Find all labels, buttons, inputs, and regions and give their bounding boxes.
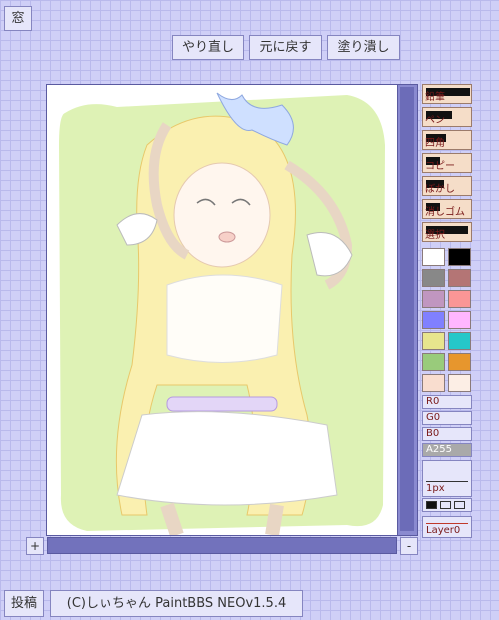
- slider-r[interactable]: R0: [422, 395, 472, 409]
- color-swatch[interactable]: [448, 269, 471, 287]
- pen-size-preview: [426, 481, 468, 482]
- color-swatch[interactable]: [422, 248, 445, 266]
- dress-top: [166, 274, 283, 363]
- color-swatch[interactable]: [448, 332, 471, 350]
- tool-blur[interactable]: ぼかし: [422, 176, 472, 196]
- color-swatch[interactable]: [422, 311, 445, 329]
- pen-shape-selector[interactable]: [422, 498, 472, 512]
- color-swatch[interactable]: [448, 374, 471, 392]
- tool-copy[interactable]: コピー: [422, 153, 472, 173]
- pen-shape-option[interactable]: [426, 501, 437, 509]
- tool-label: ぼかし: [425, 184, 455, 195]
- pen-size-selector[interactable]: 1px: [422, 460, 472, 497]
- vertical-scrollbar[interactable]: [397, 85, 417, 535]
- post-button[interactable]: 投稿: [4, 590, 44, 617]
- drawing-canvas[interactable]: [47, 85, 398, 535]
- canvas-frame: [46, 84, 418, 536]
- redo-button[interactable]: やり直し: [172, 35, 244, 60]
- skirt: [116, 411, 338, 506]
- fill-button[interactable]: 塗り潰し: [327, 35, 400, 60]
- belt: [166, 396, 278, 412]
- tool-rect[interactable]: 四角: [422, 130, 472, 150]
- canvas-drawing: [59, 92, 385, 535]
- tool-label: 消しゴム: [425, 207, 465, 218]
- tool-label: 四角: [425, 138, 445, 149]
- color-swatch[interactable]: [422, 290, 445, 308]
- undo-button[interactable]: 元に戻す: [249, 35, 322, 60]
- color-swatch[interactable]: [422, 332, 445, 350]
- pen-size-label: 1px: [426, 483, 445, 494]
- slider-a[interactable]: A255: [422, 443, 472, 457]
- slider-g[interactable]: G0: [422, 411, 472, 425]
- tool-label: 選択: [425, 230, 445, 241]
- window-button[interactable]: 窓: [4, 6, 32, 31]
- tool-pen[interactable]: ペン: [422, 107, 472, 127]
- color-swatch[interactable]: [422, 269, 445, 287]
- zoom-out-button[interactable]: -: [400, 537, 418, 555]
- mouth: [218, 231, 236, 243]
- color-swatch[interactable]: [448, 311, 471, 329]
- layer-selector[interactable]: Layer0: [422, 516, 472, 538]
- color-swatch[interactable]: [422, 353, 445, 371]
- tool-select[interactable]: 選択: [422, 222, 472, 242]
- layer-label: Layer0: [426, 525, 461, 536]
- color-swatch[interactable]: [422, 374, 445, 392]
- tool-eraser[interactable]: 消しゴム: [422, 199, 472, 219]
- zoom-in-button[interactable]: +: [26, 537, 44, 555]
- horizontal-scrollbar[interactable]: [47, 537, 397, 554]
- color-swatch[interactable]: [448, 248, 471, 266]
- layer-indicator: [426, 523, 468, 524]
- tool-label: 鉛筆: [425, 92, 445, 103]
- pen-shape-option[interactable]: [440, 501, 451, 509]
- pen-shape-option[interactable]: [454, 501, 465, 509]
- vertical-scroll-thumb[interactable]: [400, 87, 414, 531]
- slider-b[interactable]: B0: [422, 427, 472, 441]
- tool-label: ペン: [425, 115, 445, 126]
- tool-pencil[interactable]: 鉛筆: [422, 84, 472, 104]
- color-swatch[interactable]: [448, 290, 471, 308]
- color-swatch[interactable]: [448, 353, 471, 371]
- credit-button[interactable]: (C)しぃちゃん PaintBBS NEOv1.5.4: [50, 590, 303, 617]
- tool-label: コピー: [425, 161, 455, 172]
